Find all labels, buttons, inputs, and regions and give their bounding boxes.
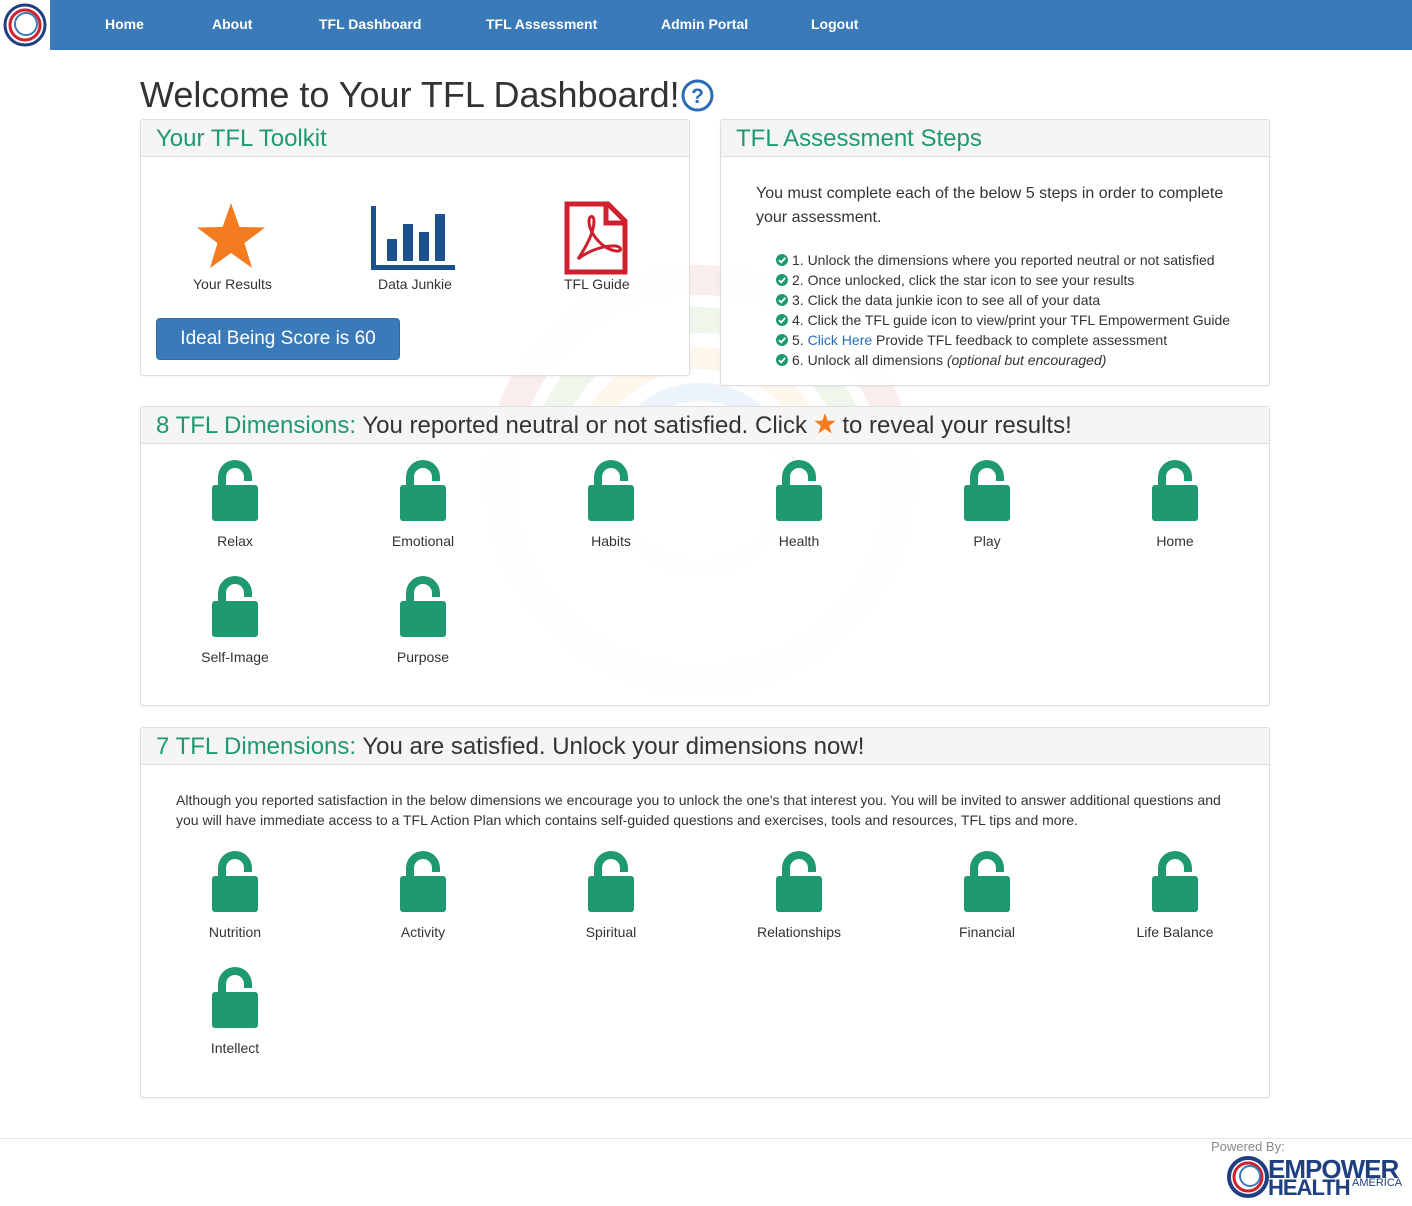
- dimension-label[interactable]: Spiritual: [517, 924, 705, 940]
- unlocked-padlock-icon[interactable]: [399, 575, 447, 637]
- unlocked-padlock-icon[interactable]: [211, 966, 259, 1028]
- step-item: 1. Unlock the dimensions where you repor…: [776, 252, 1215, 268]
- star-icon: [813, 413, 836, 434]
- unlocked-padlock-icon[interactable]: [775, 850, 823, 912]
- step-text: 1. Unlock the dimensions where you repor…: [792, 252, 1215, 268]
- your-results-label[interactable]: Your Results: [193, 276, 272, 292]
- nav-logout[interactable]: Logout: [811, 16, 858, 32]
- neutral-title-text-after: to reveal your results!: [835, 412, 1072, 439]
- dimension-label[interactable]: Relationships: [705, 924, 893, 940]
- unlocked-padlock-icon[interactable]: [1151, 850, 1199, 912]
- dimension-label[interactable]: Life Balance: [1081, 924, 1269, 940]
- step-prefix: 5.: [792, 332, 808, 348]
- check-circle-icon: [776, 294, 788, 306]
- neutral-count: 8 TFL Dimensions:: [156, 412, 357, 439]
- neutral-title-text: You reported neutral or not satisfied. C…: [356, 412, 814, 439]
- assessment-steps-title: TFL Assessment Steps: [736, 125, 982, 152]
- site-logo[interactable]: [3, 3, 47, 47]
- assessment-steps-header: TFL Assessment Steps: [721, 120, 1269, 157]
- nav-admin-portal[interactable]: Admin Portal: [661, 16, 748, 32]
- pdf-icon[interactable]: [564, 201, 628, 275]
- step-text: 3. Click the data junkie icon to see all…: [792, 292, 1101, 308]
- unlocked-padlock-icon[interactable]: [587, 850, 635, 912]
- page-title: Welcome to Your TFL Dashboard!: [140, 74, 680, 115]
- check-circle-icon: [776, 354, 788, 366]
- satisfied-dimensions-header: 7 TFL Dimensions: You are satisfied. Unl…: [141, 728, 1269, 765]
- toolkit-panel-header: Your TFL Toolkit: [141, 120, 689, 157]
- dimension-label[interactable]: Intellect: [141, 1040, 329, 1056]
- unlocked-padlock-icon[interactable]: [587, 459, 635, 521]
- neutral-dimensions-header: 8 TFL Dimensions: You reported neutral o…: [141, 407, 1269, 444]
- satisfied-description: Although you reported satisfaction in th…: [176, 792, 1221, 828]
- step-item: 3. Click the data junkie icon to see all…: [776, 292, 1100, 308]
- feedback-link[interactable]: Click Here: [808, 332, 873, 348]
- bar-chart-icon[interactable]: [371, 206, 455, 270]
- brand-health: HEALTH: [1268, 1175, 1351, 1200]
- check-circle-icon: [776, 254, 788, 266]
- svg-text:?: ?: [691, 85, 704, 108]
- ideal-being-score-button[interactable]: Ideal Being Score is 60: [156, 318, 400, 360]
- dimension-label[interactable]: Relax: [141, 533, 329, 549]
- toolkit-title: Your TFL Toolkit: [156, 125, 327, 152]
- nav-about[interactable]: About: [212, 16, 252, 32]
- data-junkie-label[interactable]: Data Junkie: [378, 276, 452, 292]
- satisfied-count: 7 TFL Dimensions:: [156, 733, 357, 760]
- dimension-label[interactable]: Home: [1081, 533, 1269, 549]
- neutral-dimensions-title: 8 TFL Dimensions: You reported neutral o…: [156, 412, 1072, 440]
- dimension-label[interactable]: Nutrition: [141, 924, 329, 940]
- tfl-guide-label[interactable]: TFL Guide: [564, 276, 630, 292]
- unlocked-padlock-icon[interactable]: [963, 459, 1011, 521]
- nav-tfl-dashboard[interactable]: TFL Dashboard: [319, 16, 421, 32]
- step-text: 6. Unlock all dimensions: [792, 352, 947, 368]
- footer-divider: [0, 1138, 1412, 1139]
- nav-home[interactable]: Home: [105, 16, 144, 32]
- step-item: 2. Once unlocked, click the star icon to…: [776, 272, 1134, 288]
- dimension-label[interactable]: Habits: [517, 533, 705, 549]
- check-circle-icon: [776, 314, 788, 326]
- step-item: 6. Unlock all dimensions (optional but e…: [776, 352, 1106, 368]
- step-optional-note: (optional but encouraged): [946, 352, 1107, 368]
- unlocked-padlock-icon[interactable]: [211, 575, 259, 637]
- dimension-label[interactable]: Self-Image: [141, 649, 329, 665]
- step-item: 4. Click the TFL guide icon to view/prin…: [776, 312, 1230, 328]
- brand-america: AMERICA: [1352, 1177, 1403, 1189]
- unlocked-padlock-icon[interactable]: [399, 850, 447, 912]
- dimension-label[interactable]: Emotional: [329, 533, 517, 549]
- satisfied-dimensions-title: 7 TFL Dimensions: You are satisfied. Unl…: [156, 733, 864, 761]
- powered-by-label: Powered By:: [1211, 1139, 1285, 1154]
- star-icon[interactable]: [196, 203, 266, 269]
- question-circle-icon[interactable]: ?: [681, 79, 714, 112]
- nav-tfl-assessment[interactable]: TFL Assessment: [486, 16, 597, 32]
- unlocked-padlock-icon[interactable]: [775, 459, 823, 521]
- steps-intro-text: You must complete each of the below 5 st…: [756, 185, 1224, 226]
- unlocked-padlock-icon[interactable]: [211, 850, 259, 912]
- step-text: 2. Once unlocked, click the star icon to…: [792, 272, 1135, 288]
- satisfied-title-text: You are satisfied. Unlock your dimension…: [356, 733, 865, 760]
- dimension-label[interactable]: Financial: [893, 924, 1081, 940]
- dimension-label[interactable]: Purpose: [329, 649, 517, 665]
- unlocked-padlock-icon[interactable]: [211, 459, 259, 521]
- step-text: Provide TFL feedback to complete assessm…: [872, 332, 1168, 348]
- dimension-label[interactable]: Play: [893, 533, 1081, 549]
- step-text: 4. Click the TFL guide icon to view/prin…: [792, 312, 1231, 328]
- unlocked-padlock-icon[interactable]: [399, 459, 447, 521]
- check-circle-icon: [776, 334, 788, 346]
- step-item: 5. Click Here Provide TFL feedback to co…: [776, 332, 1167, 348]
- top-navbar: Home About TFL Dashboard TFL Assessment …: [0, 0, 1412, 50]
- empower-health-logo: [1227, 1156, 1269, 1198]
- dimension-label[interactable]: Activity: [329, 924, 517, 940]
- unlocked-padlock-icon[interactable]: [963, 850, 1011, 912]
- check-circle-icon: [776, 274, 788, 286]
- unlocked-padlock-icon[interactable]: [1151, 459, 1199, 521]
- dimension-label[interactable]: Health: [705, 533, 893, 549]
